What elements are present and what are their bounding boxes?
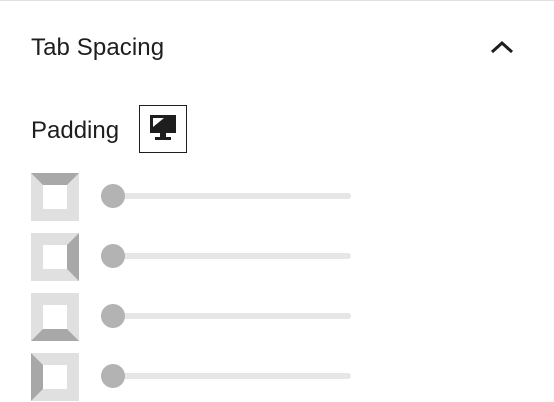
desktop-icon [150,115,176,140]
slider-thumb[interactable] [101,184,125,208]
device-toggle-button[interactable] [139,105,187,153]
padding-left-slider[interactable] [101,364,351,388]
padding-bottom-row [31,293,361,341]
slider-thumb[interactable] [101,364,125,388]
padding-top-slider[interactable] [101,184,351,208]
section-title: Tab Spacing [31,34,165,61]
padding-top-icon [31,173,79,221]
chevron-up-icon[interactable] [489,35,515,61]
padding-left-icon [31,353,79,401]
padding-left-row [31,353,361,401]
padding-bottom-slider[interactable] [101,304,351,328]
tab-spacing-panel: Tab Spacing Padding [0,0,554,402]
padding-right-row [31,233,361,281]
padding-bottom-icon [31,293,79,341]
padding-right-slider[interactable] [101,244,351,268]
slider-thumb[interactable] [101,244,125,268]
padding-label: Padding [31,117,120,144]
padding-right-icon [31,233,79,281]
slider-thumb[interactable] [101,304,125,328]
padding-top-row [31,173,361,221]
tab-spacing-header[interactable]: Tab Spacing [0,1,554,97]
